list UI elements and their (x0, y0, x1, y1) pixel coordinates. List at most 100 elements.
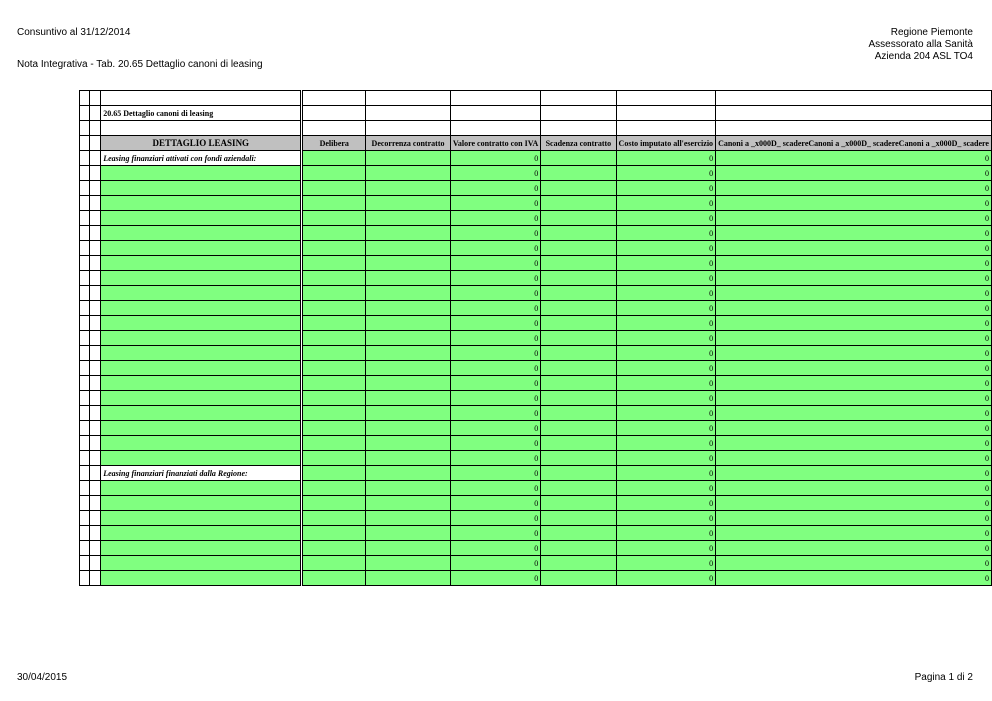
costo-cell[interactable]: 0 (615, 495, 717, 511)
costo-cell[interactable]: 0 (615, 405, 717, 421)
costo-cell[interactable]: 0 (615, 390, 717, 406)
scadenza-cell[interactable] (540, 330, 617, 346)
delibera-cell[interactable] (300, 195, 367, 211)
costo-cell[interactable]: 0 (615, 465, 717, 481)
decorrenza-cell[interactable] (365, 360, 451, 376)
scadenza-cell[interactable] (540, 420, 617, 436)
canoni-cell[interactable]: 0 (715, 525, 992, 541)
costo-cell[interactable]: 0 (615, 510, 717, 526)
scadenza-cell[interactable] (540, 435, 617, 451)
valore-cell[interactable]: 0 (449, 375, 542, 391)
valore-cell[interactable]: 0 (449, 345, 542, 361)
scadenza-cell[interactable] (540, 570, 617, 586)
canoni-cell[interactable]: 0 (715, 465, 992, 481)
dettaglio-cell[interactable] (100, 420, 303, 436)
scadenza-cell[interactable] (540, 540, 617, 556)
costo-cell[interactable]: 0 (615, 150, 717, 166)
costo-cell[interactable]: 0 (615, 420, 717, 436)
dettaglio-cell[interactable] (100, 555, 303, 571)
decorrenza-cell[interactable] (365, 495, 451, 511)
delibera-cell[interactable] (300, 210, 367, 226)
dettaglio-cell[interactable] (100, 195, 303, 211)
canoni-cell[interactable]: 0 (715, 450, 992, 466)
dettaglio-cell[interactable] (100, 180, 303, 196)
valore-cell[interactable]: 0 (449, 495, 542, 511)
costo-cell[interactable]: 0 (615, 225, 717, 241)
valore-cell[interactable]: 0 (449, 405, 542, 421)
costo-cell[interactable]: 0 (615, 165, 717, 181)
scadenza-cell[interactable] (540, 525, 617, 541)
delibera-cell[interactable] (300, 540, 367, 556)
decorrenza-cell[interactable] (365, 450, 451, 466)
costo-cell[interactable]: 0 (615, 285, 717, 301)
scadenza-cell[interactable] (540, 405, 617, 421)
canoni-cell[interactable]: 0 (715, 210, 992, 226)
canoni-cell[interactable]: 0 (715, 555, 992, 571)
canoni-cell[interactable]: 0 (715, 360, 992, 376)
delibera-cell[interactable] (300, 165, 367, 181)
delibera-cell[interactable] (300, 180, 367, 196)
valore-cell[interactable]: 0 (449, 255, 542, 271)
dettaglio-cell[interactable] (100, 390, 303, 406)
decorrenza-cell[interactable] (365, 570, 451, 586)
valore-cell[interactable]: 0 (449, 570, 542, 586)
scadenza-cell[interactable] (540, 495, 617, 511)
delibera-cell[interactable] (300, 525, 367, 541)
dettaglio-cell[interactable] (100, 300, 303, 316)
decorrenza-cell[interactable] (365, 225, 451, 241)
dettaglio-cell[interactable] (100, 330, 303, 346)
dettaglio-cell[interactable] (100, 270, 303, 286)
delibera-cell[interactable] (300, 300, 367, 316)
scadenza-cell[interactable] (540, 300, 617, 316)
costo-cell[interactable]: 0 (615, 270, 717, 286)
valore-cell[interactable]: 0 (449, 195, 542, 211)
canoni-cell[interactable]: 0 (715, 225, 992, 241)
costo-cell[interactable]: 0 (615, 480, 717, 496)
scadenza-cell[interactable] (540, 315, 617, 331)
delibera-cell[interactable] (300, 465, 367, 481)
valore-cell[interactable]: 0 (449, 465, 542, 481)
delibera-cell[interactable] (300, 240, 367, 256)
decorrenza-cell[interactable] (365, 525, 451, 541)
decorrenza-cell[interactable] (365, 345, 451, 361)
valore-cell[interactable]: 0 (449, 285, 542, 301)
costo-cell[interactable]: 0 (615, 540, 717, 556)
scadenza-cell[interactable] (540, 255, 617, 271)
decorrenza-cell[interactable] (365, 465, 451, 481)
scadenza-cell[interactable] (540, 555, 617, 571)
costo-cell[interactable]: 0 (615, 345, 717, 361)
decorrenza-cell[interactable] (365, 510, 451, 526)
valore-cell[interactable]: 0 (449, 165, 542, 181)
valore-cell[interactable]: 0 (449, 360, 542, 376)
scadenza-cell[interactable] (540, 150, 617, 166)
dettaglio-cell[interactable] (100, 375, 303, 391)
valore-cell[interactable]: 0 (449, 555, 542, 571)
dettaglio-cell[interactable] (100, 255, 303, 271)
canoni-cell[interactable]: 0 (715, 345, 992, 361)
valore-cell[interactable]: 0 (449, 525, 542, 541)
dettaglio-cell[interactable] (100, 345, 303, 361)
dettaglio-cell[interactable] (100, 405, 303, 421)
valore-cell[interactable]: 0 (449, 180, 542, 196)
costo-cell[interactable]: 0 (615, 240, 717, 256)
delibera-cell[interactable] (300, 390, 367, 406)
valore-cell[interactable]: 0 (449, 480, 542, 496)
dettaglio-cell[interactable] (100, 225, 303, 241)
costo-cell[interactable]: 0 (615, 180, 717, 196)
canoni-cell[interactable]: 0 (715, 330, 992, 346)
delibera-cell[interactable] (300, 345, 367, 361)
decorrenza-cell[interactable] (365, 150, 451, 166)
scadenza-cell[interactable] (540, 225, 617, 241)
scadenza-cell[interactable] (540, 240, 617, 256)
scadenza-cell[interactable] (540, 360, 617, 376)
valore-cell[interactable]: 0 (449, 420, 542, 436)
canoni-cell[interactable]: 0 (715, 510, 992, 526)
costo-cell[interactable]: 0 (615, 555, 717, 571)
canoni-cell[interactable]: 0 (715, 495, 992, 511)
dettaglio-cell[interactable] (100, 510, 303, 526)
delibera-cell[interactable] (300, 405, 367, 421)
costo-cell[interactable]: 0 (615, 525, 717, 541)
decorrenza-cell[interactable] (365, 330, 451, 346)
canoni-cell[interactable]: 0 (715, 165, 992, 181)
valore-cell[interactable]: 0 (449, 540, 542, 556)
